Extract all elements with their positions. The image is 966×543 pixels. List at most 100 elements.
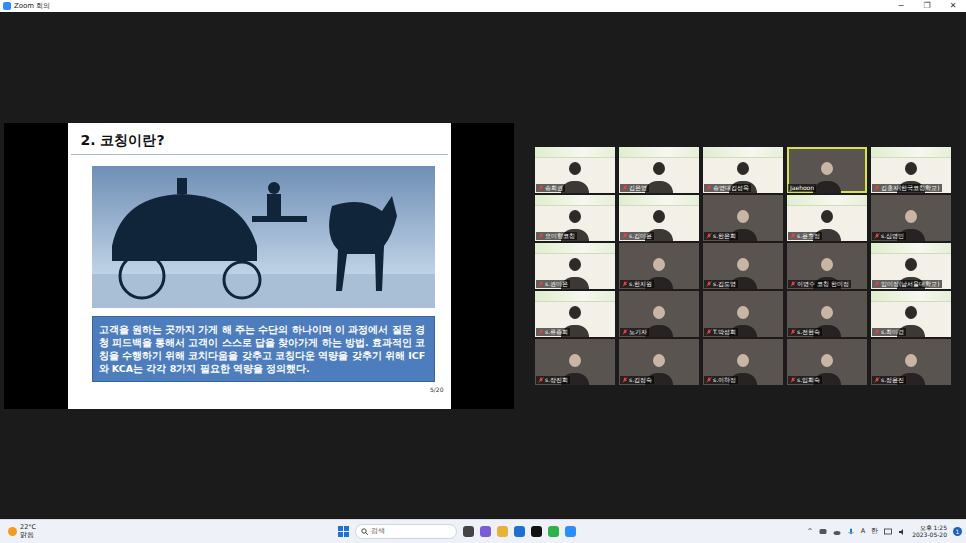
participant-tile[interactable]: s.김정숙 bbox=[619, 339, 699, 385]
window-control-button[interactable]: ❐ bbox=[914, 0, 940, 12]
clock-time: 오후 1:25 bbox=[912, 525, 947, 532]
participant-name: s.김도영 bbox=[713, 280, 736, 288]
mail-icon[interactable] bbox=[514, 526, 525, 537]
tiktok-icon[interactable] bbox=[531, 526, 542, 537]
participant-label: s.류종희 bbox=[536, 328, 570, 336]
muted-mic-icon bbox=[874, 185, 880, 191]
background-banner bbox=[535, 243, 615, 254]
microphone-icon bbox=[847, 528, 855, 536]
person-head bbox=[821, 354, 833, 367]
person-head bbox=[821, 210, 833, 223]
window-control-button[interactable]: ✕ bbox=[940, 0, 966, 12]
participant-tile[interactable]: 노기자 bbox=[619, 291, 699, 337]
sun-icon bbox=[8, 527, 17, 536]
person-body bbox=[813, 181, 841, 193]
participant-name: s.윤호정 bbox=[797, 232, 820, 240]
participant-tile[interactable]: s.장진희 bbox=[535, 339, 615, 385]
participant-tile[interactable]: T.박성희 bbox=[703, 291, 783, 337]
gallery-view: 송희권김은영 송영대김성욱 Jaehoon 김홍자(한국코칭학교) 요미향코칭 s.김미윤… bbox=[535, 147, 951, 385]
participant-name: s.김정숙 bbox=[629, 376, 652, 384]
participant-tile[interactable]: s.한은희 bbox=[703, 195, 783, 241]
participant-tile[interactable]: 김홍자(한국코칭학교) bbox=[871, 147, 951, 193]
shared-screen: 2. 코칭이란?고객을 원하는 곳까지 가게 해 주는 수단의 하나이며 이 과… bbox=[4, 123, 514, 409]
system-tray: ^ A한 오후 1:252023-05-20 1 bbox=[807, 525, 962, 539]
taskbar-apps: 검색 bbox=[338, 524, 576, 539]
windows-start-icon[interactable] bbox=[338, 526, 349, 537]
participant-label: s.한지원 bbox=[620, 280, 654, 288]
teams-chat-icon[interactable] bbox=[480, 526, 491, 537]
zoom-logo-icon bbox=[3, 2, 11, 10]
taskbar: 22°C맑음 검색 ^ A한 오후 1:252023-05-20 1 bbox=[0, 519, 966, 543]
muted-mic-icon bbox=[538, 281, 544, 287]
participant-label: T.박성희 bbox=[704, 328, 738, 336]
participant-label: s.김도영 bbox=[704, 280, 738, 288]
participant-tile[interactable]: s.심명민 bbox=[871, 195, 951, 241]
background-banner bbox=[535, 147, 615, 158]
person-head bbox=[569, 258, 581, 271]
participant-name: 노기자 bbox=[629, 328, 647, 336]
muted-mic-icon bbox=[622, 377, 628, 383]
participant-name: 이명수 코칭 한미정 bbox=[797, 280, 849, 288]
input-mode-button[interactable]: A bbox=[861, 527, 865, 537]
participant-tile[interactable]: s.김미윤 bbox=[619, 195, 699, 241]
background-banner bbox=[871, 291, 951, 302]
participant-tile[interactable]: 요미향코칭 bbox=[535, 195, 615, 241]
notification-badge[interactable]: 1 bbox=[953, 527, 962, 536]
participant-tile[interactable]: s.권미은 bbox=[535, 243, 615, 289]
monitor-icon bbox=[884, 528, 892, 536]
person-body bbox=[561, 181, 589, 193]
participant-tile[interactable]: 송희권 bbox=[535, 147, 615, 193]
slide-page-number: 5/20 bbox=[68, 382, 451, 396]
tray-overflow-button[interactable]: ^ bbox=[807, 527, 812, 537]
zoom-app-icon[interactable] bbox=[565, 526, 576, 537]
person-head bbox=[653, 162, 665, 175]
muted-mic-icon bbox=[706, 377, 712, 383]
taskbar-search[interactable]: 검색 bbox=[355, 524, 457, 539]
participant-label: 이명수 코칭 한미정 bbox=[788, 280, 851, 288]
participant-tile[interactable]: s.최미경 bbox=[871, 291, 951, 337]
muted-mic-icon bbox=[874, 233, 880, 239]
participant-label: s.권미은 bbox=[536, 280, 570, 288]
participant-tile[interactable]: 김은영 bbox=[619, 147, 699, 193]
participant-tile[interactable]: s.김도영 bbox=[703, 243, 783, 289]
participant-name: s.한은희 bbox=[713, 232, 736, 240]
muted-mic-icon bbox=[706, 281, 712, 287]
participant-name: s.김미윤 bbox=[629, 232, 652, 240]
participant-label: s.임희숙 bbox=[788, 376, 822, 384]
participant-tile[interactable]: 송영대김성욱 bbox=[703, 147, 783, 193]
participant-tile[interactable]: s.한지원 bbox=[619, 243, 699, 289]
participant-tile[interactable]: s.이하정 bbox=[703, 339, 783, 385]
participant-label: Jaehoon bbox=[788, 184, 816, 192]
person-head bbox=[821, 162, 833, 175]
participant-label: s.김정숙 bbox=[620, 376, 654, 384]
window-control-button[interactable]: − bbox=[888, 0, 914, 12]
participant-tile[interactable]: s.윤호정 bbox=[787, 195, 867, 241]
person-head bbox=[653, 354, 665, 367]
task-view-icon[interactable] bbox=[463, 526, 474, 537]
participant-tile[interactable]: s.임희숙 bbox=[787, 339, 867, 385]
participant-name: s.최미경 bbox=[881, 328, 904, 336]
person-head bbox=[653, 258, 665, 271]
file-explorer-icon[interactable] bbox=[497, 526, 508, 537]
muted-mic-icon bbox=[874, 377, 880, 383]
participant-label: 김은영 bbox=[620, 184, 649, 192]
weather-text: 22°C맑음 bbox=[20, 524, 36, 538]
muted-mic-icon bbox=[874, 329, 880, 335]
participant-tile[interactable]: s.정윤진 bbox=[871, 339, 951, 385]
taskbar-clock[interactable]: 오후 1:252023-05-20 bbox=[912, 525, 947, 539]
participant-name: s.장진희 bbox=[545, 376, 568, 384]
language-button[interactable]: 한 bbox=[871, 527, 878, 537]
participant-label: s.장진희 bbox=[536, 376, 570, 384]
edge-icon[interactable] bbox=[548, 526, 559, 537]
participant-name: s.권미은 bbox=[545, 280, 568, 288]
participant-label: 요미향코칭 bbox=[536, 232, 577, 240]
participant-tile[interactable]: 이명수 코칭 한미정 bbox=[787, 243, 867, 289]
person-head bbox=[569, 210, 581, 223]
participant-tile[interactable]: Jaehoon bbox=[787, 147, 867, 193]
participant-tile[interactable]: s.전현숙 bbox=[787, 291, 867, 337]
participant-name: 송영대김성욱 bbox=[713, 184, 749, 192]
person-head bbox=[653, 210, 665, 223]
weather-widget[interactable]: 22°C맑음 bbox=[8, 524, 338, 538]
participant-tile[interactable]: s.류종희 bbox=[535, 291, 615, 337]
participant-tile[interactable]: 임미정(남서울대학교) bbox=[871, 243, 951, 289]
